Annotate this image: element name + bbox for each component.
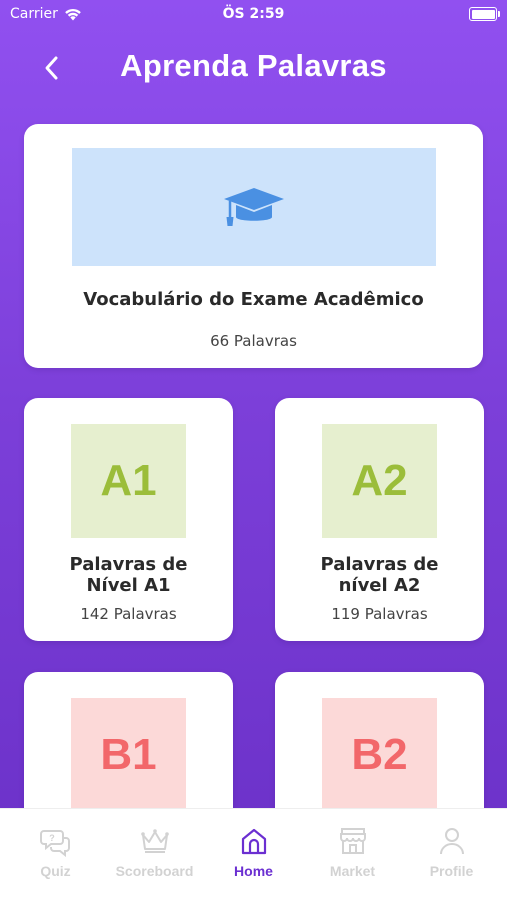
tab-bar: ? Quiz Scoreboard Home Market Profile: [0, 808, 507, 900]
header: Aprenda Palavras: [0, 40, 507, 96]
level-a1-card[interactable]: A1 Palavras de Nível A1 142 Palavras: [24, 398, 233, 641]
card-title: Palavras de nível A2: [285, 554, 474, 596]
quiz-icon: ?: [39, 830, 70, 857]
status-time: ÖS 2:59: [222, 6, 285, 22]
status-bar: Carrier ÖS 2:59: [0, 0, 507, 30]
tab-market[interactable]: Market: [303, 825, 402, 879]
academic-exam-vocabulary-card[interactable]: Vocabulário do Exame Acadêmico 66 Palavr…: [24, 124, 483, 368]
level-badge: A2: [322, 424, 437, 538]
card-title-line-2: nível A2: [338, 575, 421, 596]
level-badge: B2: [322, 698, 437, 812]
tab-scoreboard[interactable]: Scoreboard: [105, 825, 204, 879]
word-count: 119 Palavras: [331, 605, 428, 623]
card-title: Palavras de Nível A1: [34, 554, 223, 596]
level-a2-card[interactable]: A2 Palavras de nível A2 119 Palavras: [275, 398, 484, 641]
level-badge: B1: [71, 698, 186, 812]
tab-profile[interactable]: Profile: [402, 825, 501, 879]
card-title-line-1: Palavras de: [69, 554, 188, 575]
person-icon: [439, 828, 464, 855]
word-count: 142 Palavras: [80, 605, 177, 623]
store-icon: [339, 828, 366, 854]
tab-label: Profile: [429, 863, 474, 879]
level-badge: A1: [71, 424, 186, 538]
card-title: Vocabulário do Exame Acadêmico: [83, 289, 424, 310]
tab-home[interactable]: Home: [204, 825, 303, 879]
crown-icon: [140, 829, 169, 853]
home-icon: [241, 828, 266, 855]
card-title-line-1: Palavras de: [320, 554, 439, 575]
battery-icon: [469, 7, 500, 21]
page-title: Aprenda Palavras: [120, 48, 387, 83]
tab-label: Quiz: [40, 863, 71, 879]
tab-label: Market: [329, 863, 376, 879]
graduation-cap-icon: [224, 188, 284, 226]
tab-label: Home: [234, 863, 273, 879]
word-count: 66 Palavras: [210, 332, 297, 350]
card-title-line-2: Nível A1: [86, 575, 171, 596]
svg-text:?: ?: [49, 833, 55, 843]
tab-quiz[interactable]: ? Quiz: [6, 825, 105, 879]
hero-banner: [72, 148, 436, 266]
tab-label: Scoreboard: [115, 863, 194, 879]
